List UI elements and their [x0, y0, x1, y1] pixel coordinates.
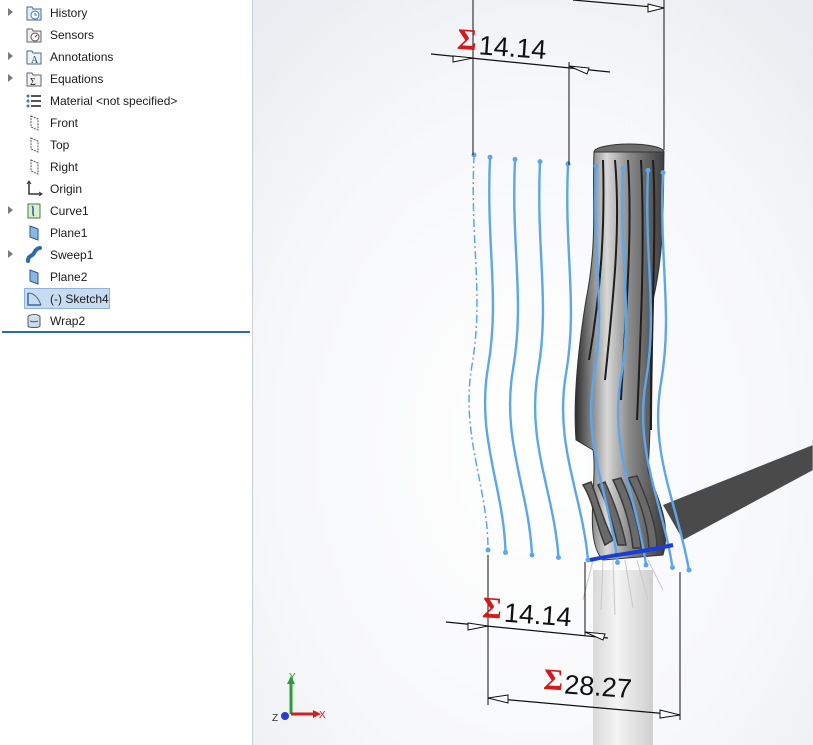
sketch-endpoint[interactable] [645, 167, 651, 173]
tree-item-right[interactable]: Right [0, 156, 250, 178]
sketch-endpoint[interactable] [565, 161, 571, 167]
sigma-symbol: Σ [481, 591, 503, 625]
wrap-icon [27, 314, 41, 328]
dimension-value-bottom-outer: 28.27 [563, 669, 633, 704]
annotations-icon: A [26, 50, 42, 66]
tree-item-sensors[interactable]: Sensors [0, 24, 250, 46]
ref-plane-icon [29, 269, 39, 285]
tree-item-curve1[interactable]: Curve1 [0, 200, 250, 222]
sketch-endpoint[interactable] [485, 547, 491, 553]
sketch-endpoint[interactable] [537, 159, 543, 165]
sigma-symbol: Σ [456, 23, 478, 57]
tree-item-equations[interactable]: Σ Equations [0, 68, 250, 90]
tree-item-label: Annotations [50, 50, 114, 64]
tree-item-label: Origin [50, 182, 83, 196]
triad-z-label: Z [272, 713, 278, 724]
tree-item-label: Sweep1 [50, 248, 94, 262]
sketch-icon [27, 292, 42, 306]
tree-item-material[interactable]: Material <not specified> [0, 90, 250, 112]
sketch-endpoint[interactable] [512, 156, 518, 162]
tree-item-label: History [50, 6, 88, 20]
tree-item-history[interactable]: History [0, 2, 250, 24]
sketch-endpoint[interactable] [660, 170, 666, 176]
graphics-viewport[interactable]: Σ 14.14 Σ 14.14 Σ 28.27 Y X Z [253, 0, 813, 745]
tree-item-label: Equations [50, 72, 104, 86]
tree-item-label: Front [50, 116, 79, 130]
tree-item-label: Sensors [50, 28, 95, 42]
feature-manager-tree: History Sensors A Annotations Σ Equation… [0, 0, 253, 745]
tree-item-label: Right [50, 160, 79, 174]
tree-item-wrap2[interactable]: Wrap2 [0, 310, 250, 332]
material-icon [26, 94, 41, 108]
tree-item-label: Wrap2 [50, 314, 86, 328]
history-icon [26, 6, 42, 21]
curve-icon [27, 203, 41, 219]
sketch-endpoint[interactable] [686, 567, 692, 573]
expand-arrow-icon[interactable] [8, 8, 13, 16]
equations-icon: Σ [26, 72, 42, 88]
viewport-canvas: Σ 14.14 Σ 14.14 Σ 28.27 Y X Z [253, 0, 813, 745]
rollback-bar[interactable] [2, 331, 250, 333]
sketch-endpoint[interactable] [593, 163, 599, 169]
tree-item-label: Top [50, 138, 70, 152]
sketch-endpoint[interactable] [615, 560, 620, 565]
tree-item-sweep1[interactable]: Sweep1 [0, 244, 250, 266]
expand-arrow-icon[interactable] [8, 52, 13, 60]
plane-icon [30, 159, 39, 175]
triad-z-axis [281, 712, 289, 720]
dimension-value-top: 14.14 [478, 30, 548, 65]
tree-item-sketch4[interactable]: (-) Sketch4 [0, 288, 250, 310]
plane-icon [30, 115, 39, 131]
plane-icon [30, 137, 39, 153]
expand-arrow-icon[interactable] [8, 250, 13, 258]
triad-x-label: X [319, 710, 326, 721]
tree-item-plane2[interactable]: Plane2 [0, 266, 250, 288]
sigma-symbol: Σ [542, 663, 564, 697]
tree-item-label: Plane1 [50, 226, 88, 240]
sketch-endpoint[interactable] [620, 165, 626, 171]
tree-item-origin[interactable]: Origin [0, 178, 250, 200]
tree-item-label: Material <not specified> [50, 94, 178, 108]
tree-item-label: (-) Sketch4 [50, 292, 109, 306]
sketch-endpoint[interactable] [487, 154, 493, 160]
sketch-endpoint[interactable] [670, 565, 675, 570]
expand-arrow-icon[interactable] [8, 74, 13, 82]
tree-item-label: Plane2 [50, 270, 88, 284]
sketch-endpoint[interactable] [471, 152, 477, 158]
sketch-endpoint[interactable] [529, 552, 535, 558]
ref-plane-icon [29, 225, 39, 241]
svg-text:A: A [31, 55, 39, 66]
tree-item-plane1[interactable]: Plane1 [0, 222, 250, 244]
tree-item-top[interactable]: Top [0, 134, 250, 156]
tree-item-label: Curve1 [50, 204, 89, 218]
sketch-endpoint[interactable] [643, 562, 649, 568]
sweep-icon [26, 246, 42, 263]
expand-arrow-icon[interactable] [8, 206, 13, 214]
tree-item-annotations[interactable]: A Annotations [0, 46, 250, 68]
origin-icon [26, 180, 43, 197]
tree-item-front[interactable]: Front [0, 112, 250, 134]
sensors-icon [26, 28, 42, 43]
sketch-endpoint[interactable] [503, 550, 508, 555]
dimension-value-bottom-inner: 14.14 [503, 598, 573, 633]
sketch-endpoint[interactable] [556, 555, 561, 560]
triad-y-label: Y [289, 672, 296, 683]
svg-text:Σ: Σ [30, 77, 36, 88]
